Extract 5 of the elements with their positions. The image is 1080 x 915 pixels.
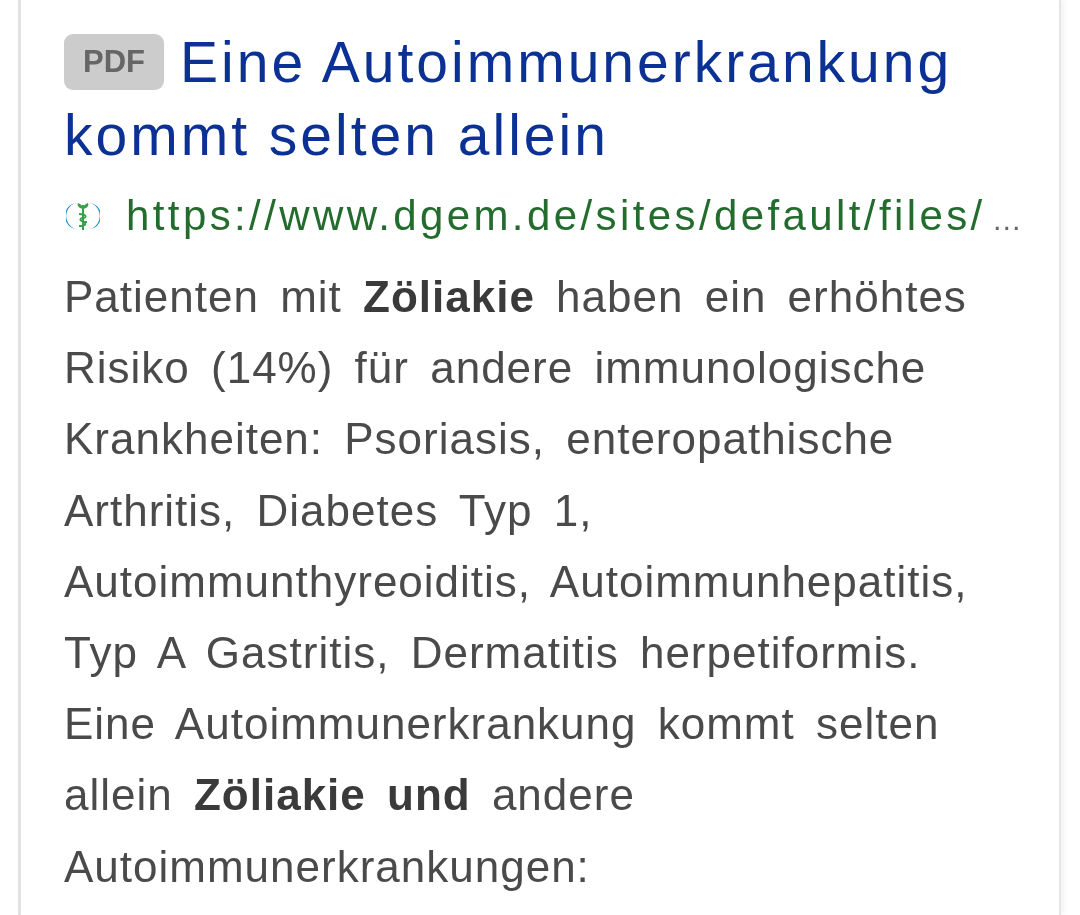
pdf-badge: PDF [64, 34, 164, 90]
result-snippet: Patienten mit Zöliakie haben ein erhöhtes Risiko (14%) für andere immunologische Krankheiten: Psoriasis, enteropathische Arthritis, Diabetes Typ 1, Autoimmunthyreoiditis, Autoimmunhepatitis, Typ A Gastritis, Dermatitis herpetiformis. Eine Autoimmunerkrankung kommt selten allein Zöliakie und andere Autoimmunerkrankungen: [64, 271, 969, 893]
result-title-link[interactable]: PDF Eine Autoimmunerkrankung kommt selten allein [64, 26, 964, 172]
result-url-link[interactable]: https://www.dgem.de/sites/default/files/ [126, 192, 986, 240]
url-ellipsis: … [991, 203, 1022, 237]
